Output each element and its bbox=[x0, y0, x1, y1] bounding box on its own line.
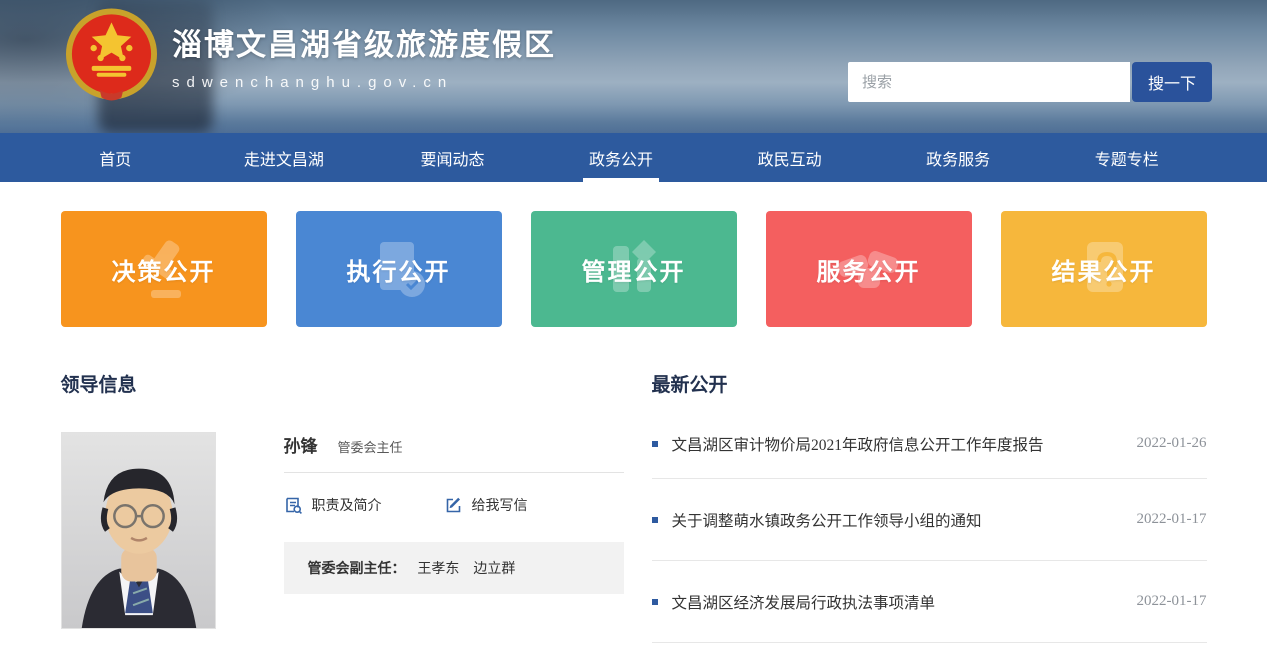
leader-card: 孙锋 管委会主任 职责及简介 bbox=[61, 432, 624, 629]
write-letter-icon bbox=[444, 496, 463, 515]
duty-profile-label: 职责及简介 bbox=[312, 495, 382, 515]
nav-item-about[interactable]: 走进文昌湖 bbox=[200, 133, 369, 182]
site-brand: 淄博文昌湖省级旅游度假区 sdwenchanghu.gov.cn bbox=[172, 20, 556, 91]
site-header: 淄博文昌湖省级旅游度假区 sdwenchanghu.gov.cn 搜一下 bbox=[0, 0, 1267, 133]
nav-item-interaction[interactable]: 政民互动 bbox=[705, 133, 874, 182]
main-content: 领导信息 bbox=[61, 370, 1207, 643]
leader-info-section: 领导信息 bbox=[61, 370, 624, 643]
square-bullet-icon bbox=[652, 599, 658, 605]
card-label: 服务公开 bbox=[817, 252, 921, 287]
deputy-label: 管委会副主任： bbox=[308, 560, 406, 576]
card-service-disclosure[interactable]: 服务公开 bbox=[766, 211, 972, 327]
card-result-disclosure[interactable]: 结果公开 bbox=[1001, 211, 1207, 327]
news-title: 文昌湖区经济发展局行政执法事项清单 bbox=[672, 591, 1117, 613]
news-date: 2022-01-17 bbox=[1137, 511, 1207, 528]
nav-item-gov-disclosure[interactable]: 政务公开 bbox=[537, 133, 706, 182]
search-input[interactable] bbox=[848, 62, 1130, 102]
deputy-names: 王孝东 边立群 bbox=[417, 560, 515, 576]
duty-profile-icon bbox=[284, 496, 303, 515]
write-letter-label: 给我写信 bbox=[472, 495, 528, 515]
news-list: 文昌湖区审计物价局2021年政府信息公开工作年度报告 2022-01-26 关于… bbox=[652, 409, 1207, 643]
card-execution-disclosure[interactable]: 执行公开 bbox=[296, 211, 502, 327]
leader-name: 孙锋 bbox=[284, 432, 318, 457]
nav-item-topics[interactable]: 专题专栏 bbox=[1042, 133, 1211, 182]
national-emblem-logo bbox=[64, 5, 159, 103]
latest-disclosure-section: 最新公开 文昌湖区审计物价局2021年政府信息公开工作年度报告 2022-01-… bbox=[652, 370, 1207, 643]
leader-details: 孙锋 管委会主任 职责及简介 bbox=[284, 432, 624, 629]
news-item[interactable]: 文昌湖区审计物价局2021年政府信息公开工作年度报告 2022-01-26 bbox=[652, 409, 1207, 479]
search-button[interactable]: 搜一下 bbox=[1132, 62, 1212, 102]
news-date: 2022-01-17 bbox=[1137, 593, 1207, 610]
card-management-disclosure[interactable]: 管理公开 bbox=[531, 211, 737, 327]
news-date: 2022-01-26 bbox=[1137, 435, 1207, 452]
card-label: 结果公开 bbox=[1052, 252, 1156, 287]
nav-item-home[interactable]: 首页 bbox=[31, 133, 200, 182]
news-title: 关于调整萌水镇政务公开工作领导小组的通知 bbox=[672, 509, 1117, 531]
leader-position: 管委会主任 bbox=[338, 437, 403, 456]
site-title: 淄博文昌湖省级旅游度假区 bbox=[172, 20, 556, 64]
card-label: 管理公开 bbox=[582, 252, 686, 287]
news-section-title: 最新公开 bbox=[652, 370, 1207, 397]
card-label: 执行公开 bbox=[347, 252, 451, 287]
square-bullet-icon bbox=[652, 441, 658, 447]
deputy-directors-box: 管委会副主任： 王孝东 边立群 bbox=[284, 542, 624, 594]
leader-section-title: 领导信息 bbox=[61, 370, 624, 397]
write-letter-link[interactable]: 给我写信 bbox=[444, 495, 528, 515]
square-bullet-icon bbox=[652, 517, 658, 523]
card-label: 决策公开 bbox=[112, 252, 216, 287]
nav-item-news[interactable]: 要闻动态 bbox=[368, 133, 537, 182]
news-item[interactable]: 关于调整萌水镇政务公开工作领导小组的通知 2022-01-17 bbox=[652, 479, 1207, 561]
search-bar: 搜一下 bbox=[848, 62, 1212, 102]
leader-photo bbox=[61, 432, 216, 629]
news-item[interactable]: 文昌湖区经济发展局行政执法事项清单 2022-01-17 bbox=[652, 561, 1207, 643]
nav-item-services[interactable]: 政务服务 bbox=[874, 133, 1043, 182]
disclosure-quick-links: 决策公开 执行公开 管理公开 服务公开 结果公开 bbox=[61, 211, 1207, 327]
card-decision-disclosure[interactable]: 决策公开 bbox=[61, 211, 267, 327]
duty-profile-link[interactable]: 职责及简介 bbox=[284, 495, 382, 515]
main-nav: 首页 走进文昌湖 要闻动态 政务公开 政民互动 政务服务 专题专栏 bbox=[0, 133, 1267, 182]
news-title: 文昌湖区审计物价局2021年政府信息公开工作年度报告 bbox=[672, 433, 1117, 455]
site-domain: sdwenchanghu.gov.cn bbox=[172, 74, 556, 91]
